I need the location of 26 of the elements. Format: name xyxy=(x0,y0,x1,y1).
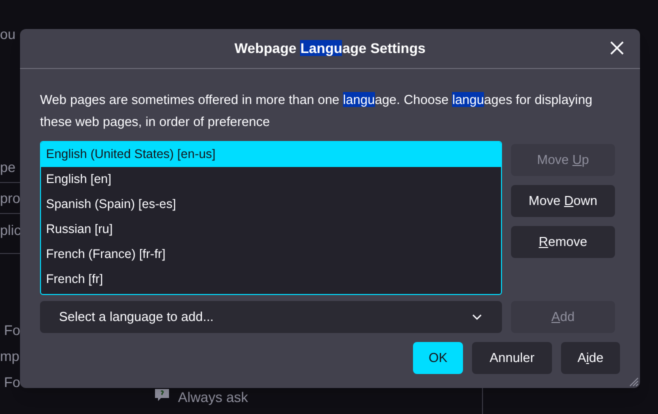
dialog-button[interactable]: Aide xyxy=(561,342,620,374)
chat-bubble-icon xyxy=(155,389,169,402)
background-text: pro xyxy=(0,189,20,208)
close-icon[interactable] xyxy=(610,41,624,55)
language-item[interactable]: French (France) [fr-fr] xyxy=(41,242,501,267)
background-text: Fo xyxy=(4,321,20,340)
background-text: plic xyxy=(0,221,22,240)
background-text: Always ask xyxy=(178,388,248,407)
dialog-button[interactable]: OK xyxy=(413,342,463,374)
language-item[interactable]: English [en] xyxy=(41,167,501,192)
background-text: Fo xyxy=(4,373,20,392)
background-text: ou xyxy=(0,25,16,44)
list-action-button[interactable]: Move Down xyxy=(511,185,615,217)
background-text: mp xyxy=(0,347,20,366)
background-text: pe xyxy=(0,158,16,177)
description-text: Web pages are sometimes offered in more than one language. Choose languages for displaying these web pages, in order of preference xyxy=(40,91,594,131)
list-action-button[interactable]: Remove xyxy=(511,226,615,258)
language-item[interactable]: Russian [ru] xyxy=(41,217,501,242)
language-item[interactable]: Spanish (Spain) [es-es] xyxy=(41,192,501,217)
language-dropdown[interactable]: Select a language to add... xyxy=(40,301,502,333)
language-item[interactable]: English (United States) [en-us] xyxy=(41,142,501,167)
dialog-button[interactable]: Annuler xyxy=(472,342,552,374)
chevron-down-icon xyxy=(472,314,482,320)
resize-grip-icon[interactable] xyxy=(627,375,639,387)
language-item[interactable]: French [fr] xyxy=(41,267,501,292)
dialog-title: Webpage Language Settings xyxy=(234,39,426,58)
